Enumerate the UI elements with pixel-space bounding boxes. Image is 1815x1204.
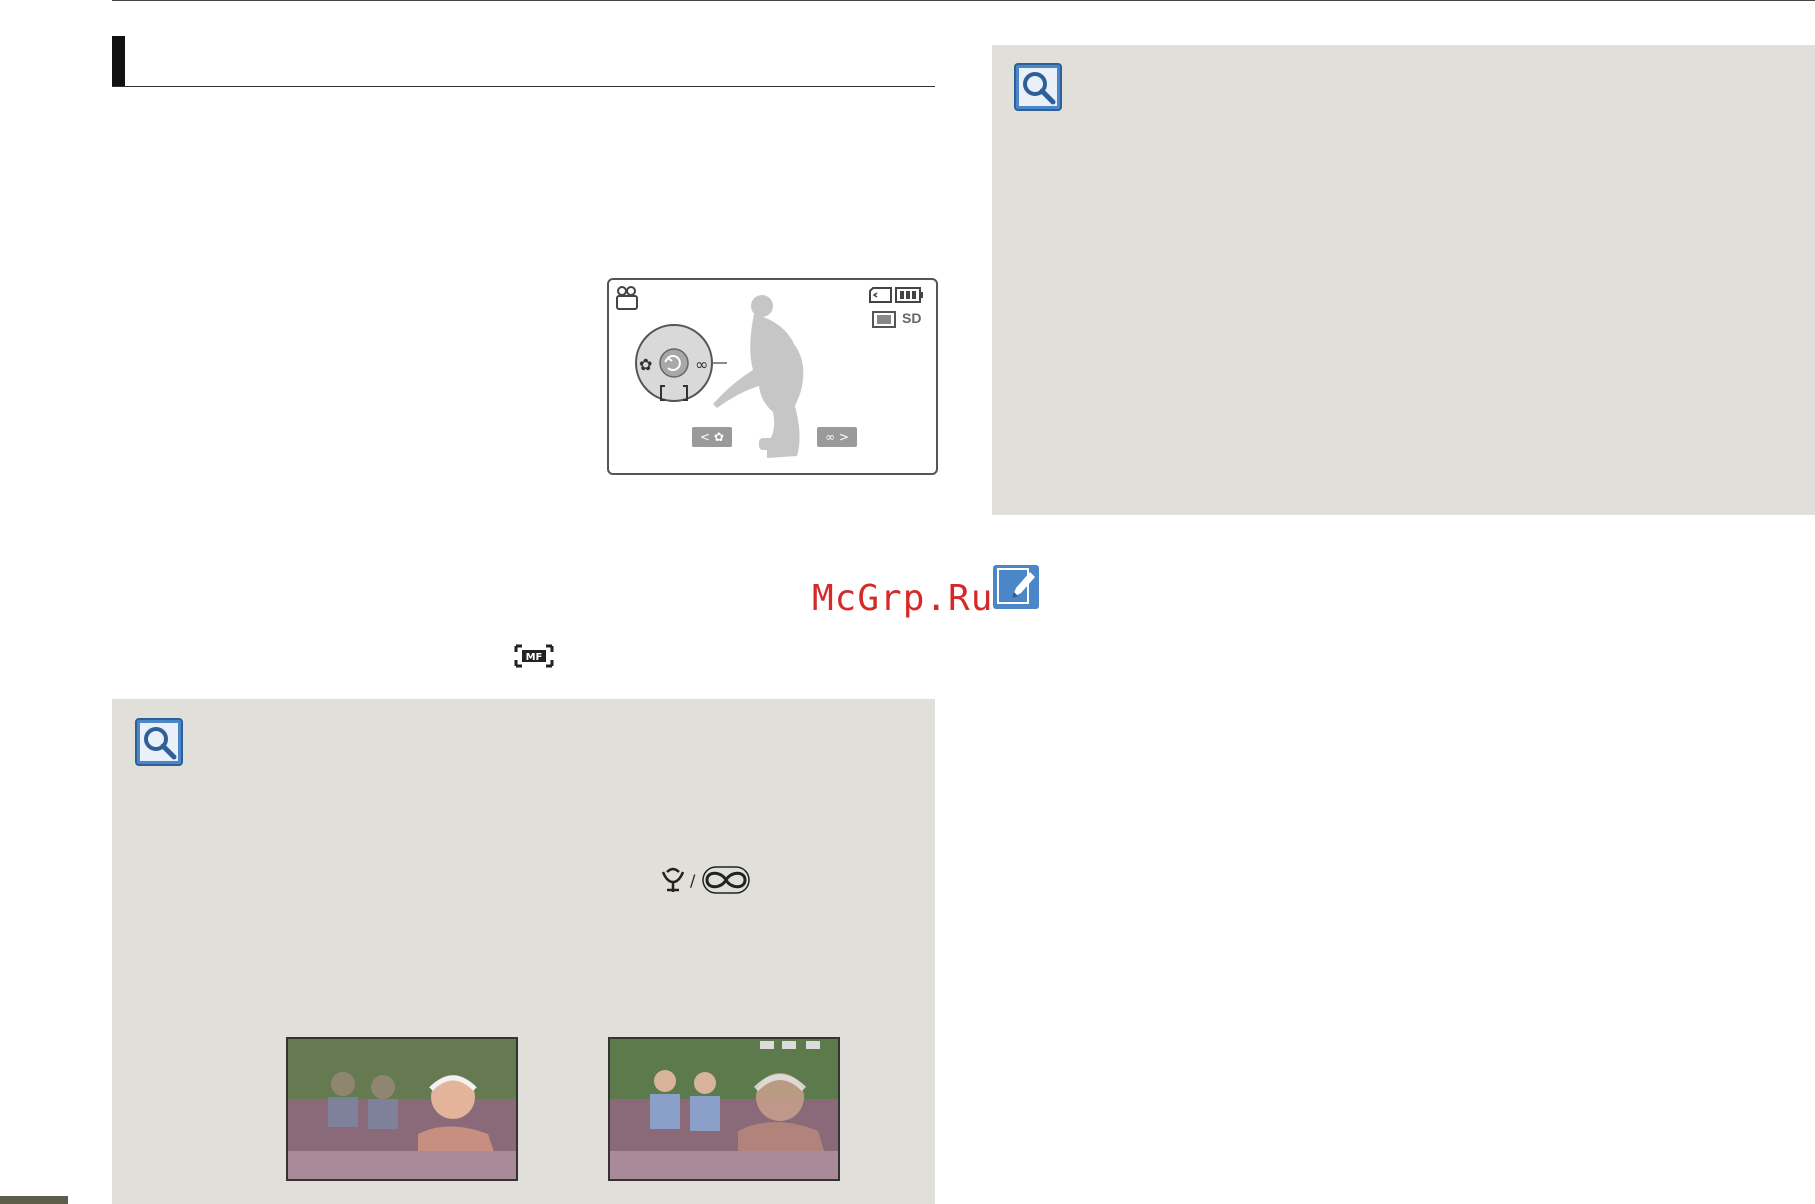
photo-near-focus — [286, 1037, 518, 1181]
macro-infinity-icons: / — [661, 866, 750, 894]
memory-card-icon — [869, 287, 892, 303]
macro-button: < ✿ — [692, 427, 732, 447]
section-heading-bar — [112, 36, 125, 87]
infinity-button: ∞ > — [817, 427, 857, 447]
watermark: McGrp.Ru — [812, 578, 994, 619]
focus-dial: ✿ ∞ — [635, 324, 727, 402]
page-edge-tab — [0, 1196, 68, 1204]
storage-label: SD — [902, 310, 922, 326]
top-rule — [112, 0, 1815, 1]
svg-text:MF: MF — [526, 652, 543, 663]
tip-panel-right — [992, 45, 1815, 515]
macro-flower-icon — [661, 867, 685, 892]
section-heading-rule — [112, 86, 935, 87]
lcd-screen-illustration: ✿ ∞ SD < ✿ ∞ > — [607, 278, 938, 475]
pencil-note-icon — [993, 565, 1039, 609]
battery-icon — [895, 287, 923, 303]
photo-far-focus — [608, 1037, 840, 1181]
magnifier-icon — [135, 718, 183, 766]
quality-icon — [872, 311, 896, 328]
infinity-icon — [702, 866, 750, 894]
mf-icon: MF — [514, 644, 554, 668]
magnifier-icon — [1014, 63, 1062, 111]
camcorder-mode-icon — [616, 286, 638, 310]
svg-text:✿: ✿ — [639, 355, 652, 374]
svg-text:∞: ∞ — [695, 355, 708, 374]
svg-text:/: / — [690, 871, 696, 890]
